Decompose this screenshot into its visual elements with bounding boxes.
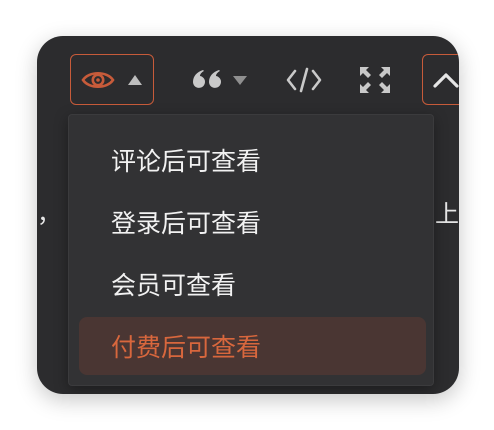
menu-item-label: 评论后可查看 — [111, 147, 262, 176]
menu-item-label: 会员可查看 — [111, 271, 237, 300]
toolbar — [37, 36, 459, 116]
menu-item-member-to-view[interactable]: 会员可查看 — [79, 255, 426, 313]
fullscreen-icon — [358, 65, 392, 95]
editor-text-fragment-right: 上 — [435, 200, 459, 228]
code-button[interactable] — [284, 60, 324, 100]
quote-icon — [190, 67, 222, 93]
quote-button[interactable] — [183, 60, 255, 100]
eye-icon — [81, 69, 115, 91]
editor-panel: ， 上 评论后可查看 登录后可查看 会员可查看 付费后可查看 — [37, 36, 459, 394]
hide-content-button[interactable] — [70, 54, 154, 105]
menu-item-comment-to-view[interactable]: 评论后可查看 — [79, 131, 426, 189]
chevron-up-icon — [432, 71, 459, 89]
menu-item-label: 登录后可查看 — [111, 209, 262, 238]
code-icon — [286, 66, 322, 94]
editor-text-fragment-left: ， — [37, 200, 61, 228]
menu-item-login-to-view[interactable]: 登录后可查看 — [79, 193, 426, 251]
caret-up-icon — [127, 74, 143, 86]
visibility-dropdown-menu: 评论后可查看 登录后可查看 会员可查看 付费后可查看 — [68, 114, 434, 386]
caret-down-icon — [232, 74, 248, 86]
collapse-button[interactable] — [422, 54, 459, 105]
menu-item-pay-to-view[interactable]: 付费后可查看 — [79, 317, 426, 375]
fullscreen-button[interactable] — [355, 60, 395, 100]
menu-item-label: 付费后可查看 — [111, 333, 262, 362]
